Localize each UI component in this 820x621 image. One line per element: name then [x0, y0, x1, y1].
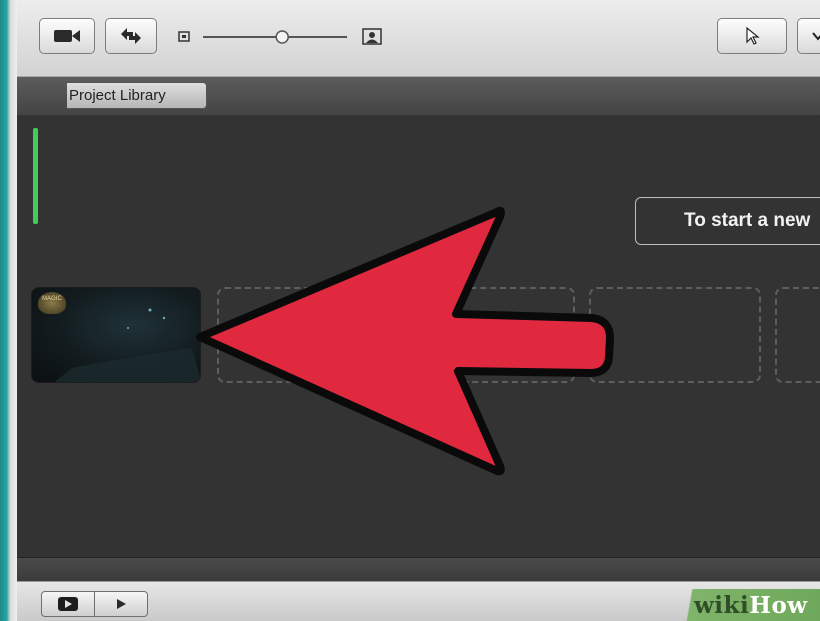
watermark: wikiHow: [680, 589, 820, 621]
watermark-text: wikiHow: [694, 592, 808, 619]
pointer-arrow-overlay: [196, 206, 614, 476]
screenshot-frame: Project Library To start a new MAGIC wik…: [0, 0, 820, 621]
